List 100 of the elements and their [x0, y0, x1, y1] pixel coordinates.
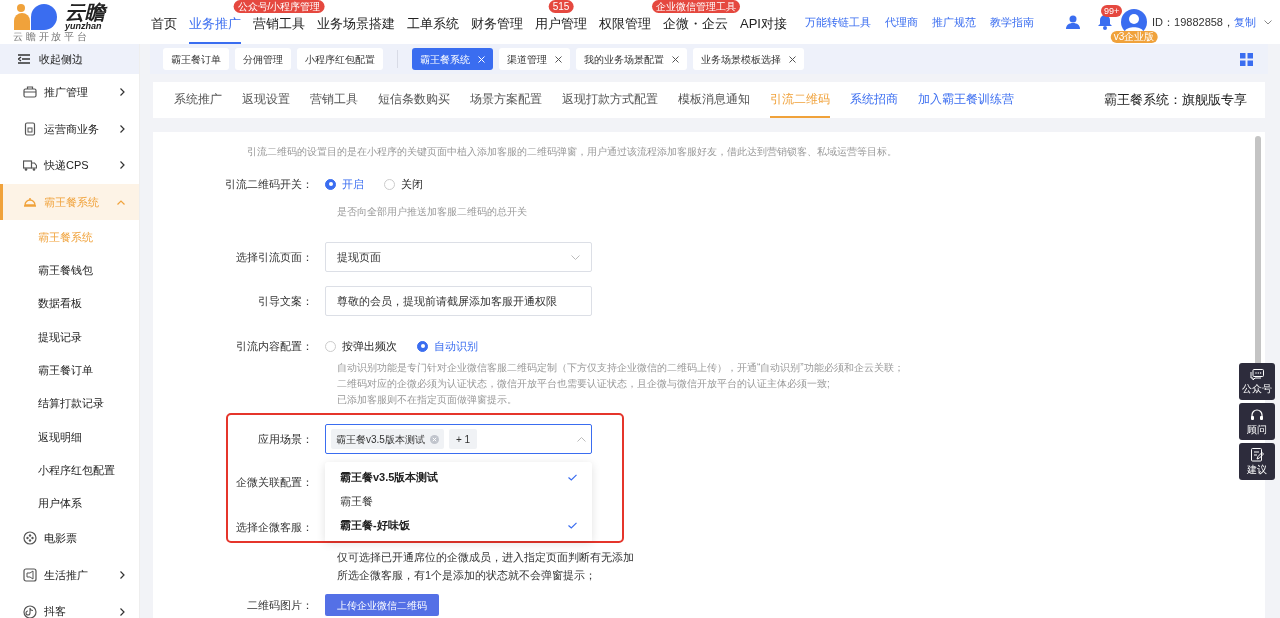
- side-float-button[interactable]: 顾问: [1239, 403, 1275, 440]
- scrollbar-thumb[interactable]: [1255, 136, 1261, 366]
- page-tab[interactable]: 霸王餐系统: [412, 48, 493, 70]
- more-count: + 1: [448, 429, 478, 449]
- sidebar-subitem[interactable]: 小程序红包配置: [38, 461, 115, 479]
- radio-option[interactable]: 开启: [325, 175, 364, 193]
- page-tab[interactable]: 业务场景模板选择: [693, 48, 804, 70]
- sub-tab[interactable]: 系统招商: [850, 82, 898, 118]
- field-label: 引流二维码开关：: [224, 176, 314, 192]
- sidebar-subitem[interactable]: 结算打款记录: [38, 395, 104, 412]
- radio-button[interactable]: [325, 340, 336, 352]
- close-icon[interactable]: [555, 55, 562, 63]
- sub-tab[interactable]: 系统推广: [174, 82, 222, 118]
- collapse-sidebar-button[interactable]: 收起侧边: [0, 44, 139, 74]
- quick-link[interactable]: 推广规范: [931, 13, 976, 31]
- dropdown-option[interactable]: 霸王餐-好味饭: [325, 513, 592, 537]
- page-tab[interactable]: 分佣管理: [235, 48, 291, 70]
- nav-tab[interactable]: API对接: [740, 14, 787, 44]
- sidebar-item[interactable]: 推广管理: [0, 74, 139, 111]
- nav-tab[interactable]: 用户管理: [535, 14, 587, 44]
- nav-tab[interactable]: 业务场景搭建: [317, 14, 395, 44]
- chevron-down-icon: [571, 254, 580, 260]
- sub-tab[interactable]: 加入霸王餐训练营: [918, 82, 1014, 118]
- nav-tab[interactable]: 财务管理: [471, 14, 523, 44]
- quick-link[interactable]: 代理商: [884, 13, 918, 31]
- multi-select-field[interactable]: 霸王餐v3.5版本测试 + 1: [325, 424, 592, 454]
- chevron-right-icon: [120, 607, 125, 616]
- select-field[interactable]: 提现页面: [325, 242, 592, 272]
- field-label: 选择企微客服：: [235, 519, 314, 535]
- chevron-right-icon: [120, 570, 125, 579]
- logo-script: yunzhan: [65, 22, 102, 31]
- sidebar-item[interactable]: 快递CPS: [0, 147, 139, 184]
- sidebar-subitem[interactable]: 霸王餐钱包: [38, 262, 93, 279]
- page-tab[interactable]: 霸王餐订单: [163, 48, 229, 70]
- sidebar-subitem[interactable]: 用户体系: [38, 495, 82, 512]
- nav-tab[interactable]: 首页: [151, 14, 177, 44]
- close-icon[interactable]: [789, 55, 796, 63]
- nav-tab[interactable]: 营销工具: [253, 14, 305, 44]
- edition-badge: v3企业版: [1110, 31, 1158, 43]
- nav-tab[interactable]: 权限管理: [599, 14, 651, 44]
- side-float-button[interactable]: 建议: [1239, 443, 1275, 480]
- chevron-up-icon: [577, 436, 586, 442]
- sidebar-item[interactable]: 电影票: [0, 520, 139, 557]
- page-tab[interactable]: 小程序红包配置: [297, 48, 383, 70]
- chat-icon: [1250, 368, 1264, 381]
- field-label: 引导文案：: [257, 293, 314, 309]
- radio-option[interactable]: 自动识别: [417, 337, 478, 355]
- account-id: ID：19882858，: [1152, 14, 1234, 30]
- sidebar-subitem[interactable]: 霸王餐订单: [38, 361, 93, 379]
- users-icon[interactable]: [1065, 14, 1082, 30]
- radio-button[interactable]: [417, 340, 428, 352]
- radio-option[interactable]: 关闭: [384, 175, 423, 193]
- radio-option[interactable]: 按弹出频次: [325, 337, 397, 355]
- sidebar-item[interactable]: 抖客: [0, 593, 139, 618]
- sub-tab[interactable]: 模板消息通知: [678, 82, 750, 118]
- field-label: 二维码图片：: [246, 597, 314, 613]
- dropdown-option[interactable]: 霸王餐v3.5版本测试: [325, 465, 592, 489]
- quick-link[interactable]: 万能转链工具: [804, 13, 871, 31]
- sub-tab[interactable]: 返现打款方式配置: [562, 82, 658, 118]
- sidebar-item[interactable]: 运营商业务: [0, 110, 139, 148]
- sub-tab[interactable]: 营销工具: [310, 82, 358, 118]
- chevron-down-icon[interactable]: [1264, 19, 1272, 25]
- page-tab[interactable]: 渠道管理: [499, 48, 570, 70]
- close-icon[interactable]: [672, 55, 679, 63]
- nav-badge: 企业微信管理工具: [651, 0, 740, 13]
- radio-button[interactable]: [325, 178, 336, 190]
- sidebar-subitem[interactable]: 返现明细: [38, 428, 82, 446]
- nav-badge: 515: [548, 0, 574, 13]
- sidebar-subitem[interactable]: 数据看板: [38, 295, 82, 312]
- check-icon: [568, 521, 577, 529]
- upload-button[interactable]: 上传企业微信二维码: [325, 594, 439, 616]
- dropdown-option[interactable]: 霸王餐: [325, 489, 592, 513]
- sidebar-item[interactable]: 生活推广: [0, 556, 139, 594]
- field-label: 应用场景：: [257, 431, 314, 447]
- hint-text: 自动识别功能是专门针对企业微信客服二维码定制（下方仅支持企业微信的二维码上传），开通“自动识别”功能必须和企云关联；: [337, 361, 904, 375]
- nav-tab[interactable]: 企微・企云: [663, 14, 728, 44]
- check-icon: [568, 473, 577, 481]
- edit-icon: [1250, 447, 1264, 462]
- sub-tab[interactable]: 场景方案配置: [470, 82, 542, 118]
- page-tab[interactable]: 我的业务场景配置: [576, 48, 687, 70]
- sidebar-subitem[interactable]: 提现记录: [38, 328, 82, 346]
- nav-tab[interactable]: 工单系统: [407, 14, 459, 44]
- briefcase-icon: [23, 85, 37, 100]
- sim-card-icon: [23, 121, 37, 136]
- sub-tab[interactable]: 短信条数购买: [378, 82, 450, 118]
- quick-link[interactable]: 教学指南: [989, 13, 1034, 31]
- hint-text: 是否向全部用户推送加客服二维码的总开关: [337, 205, 527, 219]
- chevron-up-icon: [117, 199, 125, 205]
- chevron-right-icon: [120, 124, 125, 133]
- sub-tab[interactable]: 返现设置: [242, 82, 290, 118]
- input-field[interactable]: 尊敬的会员，提现前请截屏添加客服开通权限: [325, 286, 592, 316]
- bell-icon[interactable]: [1097, 14, 1114, 30]
- headset-icon: [1250, 407, 1264, 422]
- edition-label: 霸王餐系统：旗舰版专享: [1104, 91, 1247, 110]
- copy-link[interactable]: 复制: [1234, 13, 1256, 31]
- side-float-button[interactable]: 公众号: [1239, 363, 1275, 400]
- radio-button[interactable]: [384, 178, 395, 190]
- intro-text: 引流二维码的设置目的是在小程序的关键页面中植入添加客服的二维码弹窗，用户通过该流程添加客服好友，借此达到营销锁客、私域运营等目标。: [247, 144, 897, 159]
- grid-icon[interactable]: [1240, 52, 1253, 66]
- field-label: 选择引流页面：: [235, 249, 314, 265]
